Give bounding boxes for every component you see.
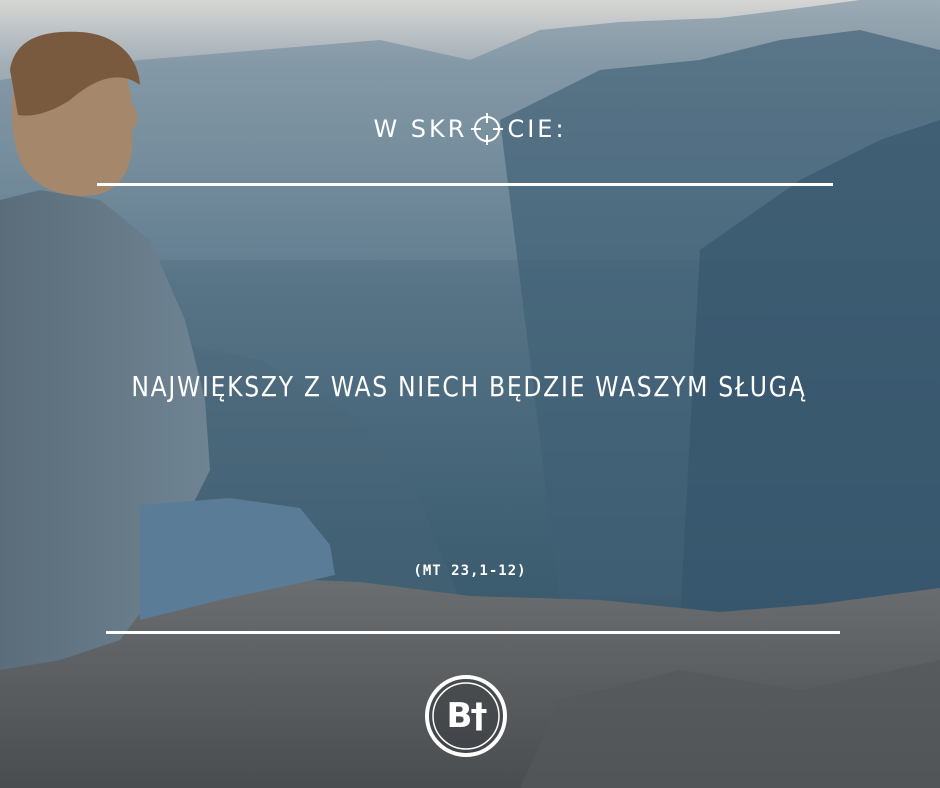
- divider-top: [97, 183, 833, 186]
- post-graphic: W SKR CIE: NAJWIĘKSZY Z WAS NIECH BĘDZIE…: [0, 0, 940, 788]
- heading-text-right: CIE:: [507, 115, 567, 143]
- section-heading: W SKR CIE:: [0, 108, 940, 150]
- quote-text: NAJWIĘKSZY Z WAS NIECH BĘDZIE WASZYM SŁU…: [131, 370, 807, 403]
- heading-text-left: W SKR: [373, 115, 468, 143]
- logo-badge-icon: B†: [424, 674, 508, 758]
- logo-text: B†: [446, 696, 488, 736]
- bible-reference: (MT 23,1-12): [413, 563, 527, 579]
- crosshair-icon: [471, 113, 504, 145]
- divider-bottom: [106, 631, 840, 634]
